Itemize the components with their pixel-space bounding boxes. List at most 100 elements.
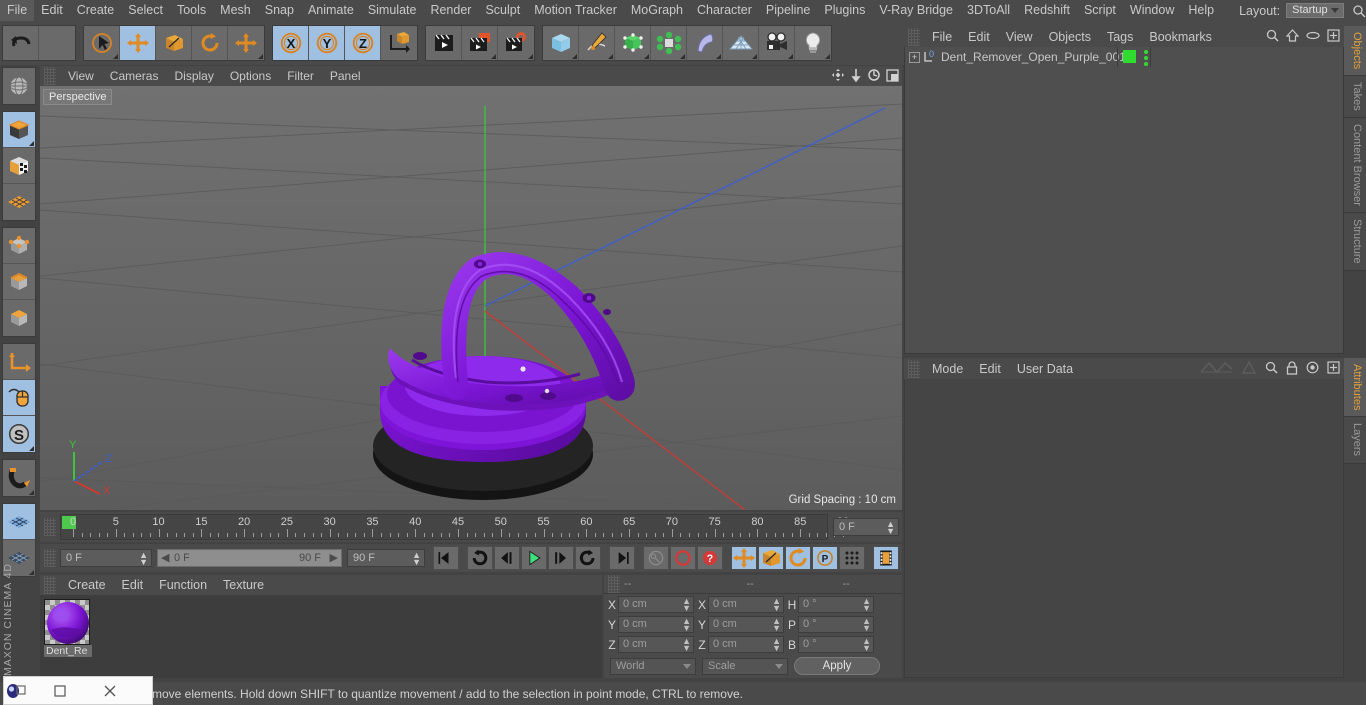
viewport-menu-cameras[interactable]: Cameras <box>102 66 167 86</box>
c4d-icon[interactable] <box>4 683 53 699</box>
go-to-end-button[interactable] <box>609 546 635 570</box>
expand-corner-icon[interactable] <box>528 54 533 59</box>
next-key-button[interactable] <box>548 546 574 570</box>
coordinate-mode-dropdown[interactable]: Scale <box>702 657 788 675</box>
magnet-tool-button[interactable] <box>3 460 35 496</box>
add-array-button[interactable] <box>651 26 687 60</box>
range-right-arrow-icon[interactable]: ▶ <box>330 551 338 564</box>
panel-gripper[interactable] <box>908 359 920 378</box>
stepper-icon[interactable]: ▲ ▼ <box>772 597 781 613</box>
viewport-menu-filter[interactable]: Filter <box>279 66 322 86</box>
viewport-menu-view[interactable]: View <box>60 66 102 86</box>
rotation-b-field[interactable]: 0 ° ▲ ▼ <box>798 636 874 653</box>
menu-create[interactable]: Create <box>70 0 122 21</box>
scale-tool[interactable] <box>156 26 192 60</box>
object-menu-file[interactable]: File <box>924 26 960 48</box>
menu-sculpt[interactable]: Sculpt <box>478 0 527 21</box>
toggle-layout-icon[interactable] <box>886 68 899 82</box>
expander-icon[interactable]: + <box>909 51 920 63</box>
add-deformer-button[interactable] <box>687 26 723 60</box>
object-visibility-chip[interactable] <box>1123 50 1136 63</box>
dolly-view-icon[interactable] <box>850 68 862 82</box>
stepper-icon[interactable]: ▲ ▼ <box>862 617 871 633</box>
object-tag-dots[interactable] <box>1144 50 1148 66</box>
timeline-ruler[interactable]: 051015202530354045505560657075808590 <box>60 514 849 540</box>
stepper-icon[interactable]: ▲ ▼ <box>682 617 691 633</box>
menu-animate[interactable]: Animate <box>301 0 361 21</box>
menu-help[interactable]: Help <box>1181 0 1221 21</box>
menu-select[interactable]: Select <box>121 0 170 21</box>
new-tab-icon[interactable] <box>1327 361 1340 374</box>
material-list[interactable]: Dent_Re <box>40 595 602 678</box>
play-button[interactable] <box>521 546 547 570</box>
preview-range-slider[interactable]: ◀ 0 F 90 F ▶ <box>157 549 342 567</box>
pan-view-icon[interactable] <box>831 68 845 82</box>
move-tool[interactable] <box>120 26 156 60</box>
tab-attributes[interactable]: Attributes <box>1344 358 1366 418</box>
menu-v-ray-bridge[interactable]: V-Ray Bridge <box>872 0 960 21</box>
position-x-field[interactable]: 0 cm ▲ ▼ <box>618 596 694 613</box>
menu-mograph[interactable]: MoGraph <box>624 0 690 21</box>
position-y-field[interactable]: 0 cm ▲ ▼ <box>618 616 694 633</box>
menu-script[interactable]: Script <box>1077 0 1123 21</box>
expand-corner-icon[interactable] <box>491 54 496 59</box>
tab-takes[interactable]: Takes <box>1344 76 1366 119</box>
expand-corner-icon[interactable] <box>788 54 793 59</box>
model-mode-button[interactable] <box>3 112 35 148</box>
search-icon[interactable] <box>1352 4 1366 18</box>
texture-mode-button[interactable] <box>3 148 35 184</box>
expand-corner-icon[interactable] <box>258 54 263 59</box>
autokeying-button[interactable] <box>670 546 696 570</box>
edges-mode-button[interactable] <box>3 264 35 300</box>
material-menu-edit[interactable]: Edit <box>114 574 152 596</box>
menu-character[interactable]: Character <box>690 0 759 21</box>
keyframe-selection-button[interactable]: ? <box>697 546 723 570</box>
viewport-menu-display[interactable]: Display <box>166 66 221 86</box>
expand-corner-icon[interactable] <box>644 54 649 59</box>
max-frame-field[interactable]: 90 F ▲ ▼ <box>347 549 425 567</box>
range-left-arrow-icon[interactable]: ◀ <box>161 551 169 564</box>
stepper-icon[interactable]: ▲ ▼ <box>682 597 691 613</box>
expand-corner-icon[interactable] <box>113 54 118 59</box>
apply-button[interactable]: Apply <box>794 657 880 675</box>
scale-key-button[interactable] <box>758 546 784 570</box>
object-menu-bookmarks[interactable]: Bookmarks <box>1141 26 1220 48</box>
enable-snap-button[interactable]: S <box>3 416 35 452</box>
menu-render[interactable]: Render <box>423 0 478 21</box>
rotation-h-field[interactable]: 0 ° ▲ ▼ <box>798 596 874 613</box>
viewport-menu-panel[interactable]: Panel <box>322 66 369 86</box>
attribute-menu-mode[interactable]: Mode <box>924 358 971 380</box>
rotation-p-field[interactable]: 0 ° ▲ ▼ <box>798 616 874 633</box>
menu-mesh[interactable]: Mesh <box>213 0 258 21</box>
point-level-animation-button[interactable] <box>839 546 865 570</box>
redo-button[interactable] <box>39 26 75 60</box>
menu-redshift[interactable]: Redshift <box>1017 0 1077 21</box>
menu-3dtoall[interactable]: 3DToAll <box>960 0 1017 21</box>
playback-current-frame-field[interactable]: 0 F ▲ ▼ <box>60 549 152 567</box>
search-icon[interactable] <box>1265 361 1278 374</box>
add-spline-button[interactable] <box>579 26 615 60</box>
points-mode-button[interactable] <box>3 228 35 264</box>
home-icon[interactable] <box>1286 29 1299 42</box>
panel-gripper[interactable] <box>44 67 56 85</box>
menu-window[interactable]: Window <box>1123 0 1181 21</box>
position-key-button[interactable] <box>731 546 757 570</box>
new-tab-icon[interactable] <box>1327 29 1340 42</box>
live-selection-tool[interactable] <box>84 26 120 60</box>
material-item[interactable]: Dent_Re <box>44 599 92 657</box>
move-duplicate-tool[interactable] <box>228 26 264 60</box>
workplane-grid-button[interactable] <box>3 504 35 540</box>
add-cube-button[interactable] <box>543 26 579 60</box>
panel-gripper[interactable] <box>608 575 620 593</box>
expand-corner-icon[interactable] <box>29 490 34 495</box>
object-menu-objects[interactable]: Objects <box>1041 26 1099 48</box>
size-x-field[interactable]: 0 cm ▲ ▼ <box>708 596 784 613</box>
menu-plugins[interactable]: Plugins <box>817 0 872 21</box>
tab-structure[interactable]: Structure <box>1344 212 1366 271</box>
object-menu-tags[interactable]: Tags <box>1099 26 1141 48</box>
current-frame-field[interactable]: 0 F ▲ ▼ <box>833 518 899 536</box>
size-y-field[interactable]: 0 cm ▲ ▼ <box>708 616 784 633</box>
render-view-button[interactable] <box>426 26 462 60</box>
polygons-mode-button[interactable] <box>3 300 35 336</box>
play-backwards-button[interactable] <box>467 546 493 570</box>
